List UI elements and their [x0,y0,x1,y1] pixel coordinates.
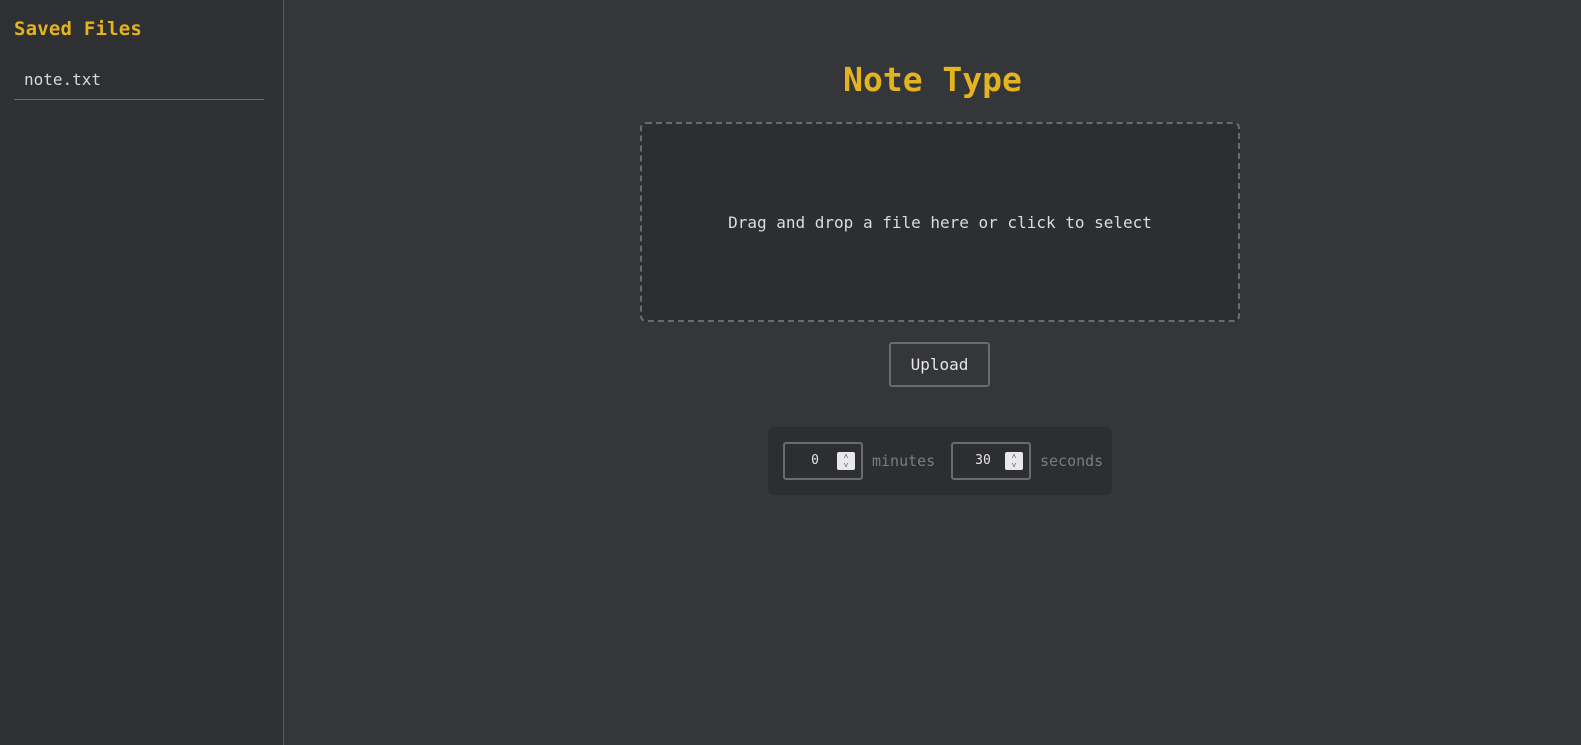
seconds-value: 30 [975,453,991,468]
minutes-label: minutes [872,452,936,470]
app: Saved Files note.txt Note Type Drag and … [0,0,1581,745]
chevron-up-icon[interactable]: ˄ [1005,452,1023,461]
chevron-up-icon[interactable]: ˄ [837,452,855,461]
seconds-spinner[interactable]: ˄ ˅ [1005,452,1023,470]
timer-panel: 0 ˄ ˅ minutes 30 ˄ ˅ seconds [768,427,1112,495]
chevron-down-icon[interactable]: ˅ [837,461,855,470]
seconds-input[interactable]: 30 ˄ ˅ [951,442,1031,480]
file-dropzone[interactable]: Drag and drop a file here or click to se… [640,122,1240,322]
sidebar-title: Saved Files [14,18,143,40]
main-content: Note Type Drag and drop a file here or c… [284,0,1581,745]
dropzone-text: Drag and drop a file here or click to se… [728,212,1152,232]
saved-file-list: note.txt [14,62,264,100]
sidebar: Saved Files note.txt [0,0,284,745]
minutes-spinner[interactable]: ˄ ˅ [837,452,855,470]
upload-button[interactable]: Upload [889,342,990,387]
page-title: Note Type [843,60,1022,99]
minutes-value: 0 [811,453,819,468]
seconds-label: seconds [1040,452,1104,470]
minutes-input[interactable]: 0 ˄ ˅ [783,442,863,480]
file-item-note-txt[interactable]: note.txt [14,62,264,100]
chevron-down-icon[interactable]: ˅ [1005,461,1023,470]
